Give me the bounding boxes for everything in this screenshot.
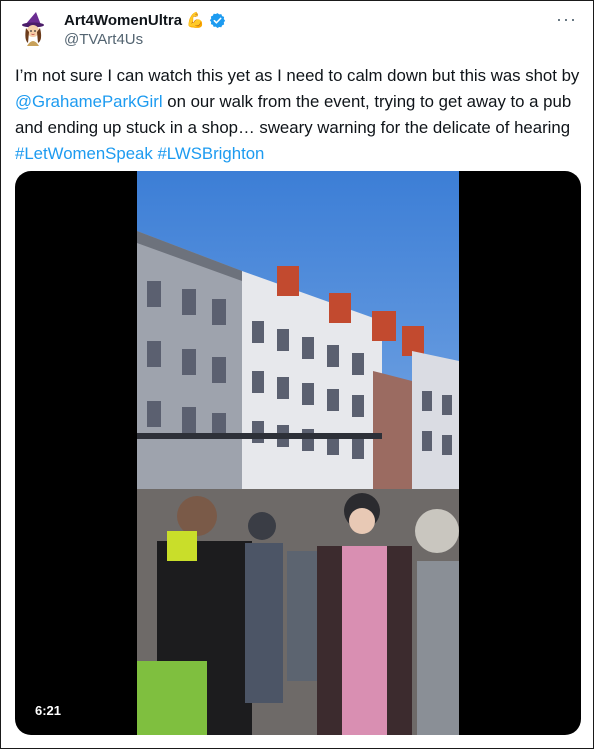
more-options-icon[interactable]: ··· — [556, 9, 577, 30]
verified-badge-icon — [209, 12, 225, 28]
text-part-1: I’m not sure I can watch this yet as I n… — [15, 66, 580, 85]
video-duration-badge: 6:21 — [29, 700, 68, 721]
author-name-row: Art4WomenUltra 💪 — [64, 11, 226, 29]
tweet-text: I’m not sure I can watch this yet as I n… — [15, 63, 581, 167]
display-name[interactable]: Art4WomenUltra — [64, 12, 182, 29]
flexed-biceps-emoji: 💪 — [186, 12, 205, 29]
tweet-card: Art4WomenUltra 💪 @TVArt4Us ··· I’m not s… — [0, 0, 594, 749]
hashtag-link-2[interactable]: #LWSBrighton — [157, 144, 264, 163]
hashtag-link-1[interactable]: #LetWomenSpeak — [15, 144, 153, 163]
video-frame[interactable] — [137, 171, 459, 735]
video-player[interactable]: 6:21 — [15, 171, 581, 735]
avatar[interactable] — [15, 10, 53, 48]
mention-link[interactable]: @GrahameParkGirl — [15, 92, 163, 111]
handle[interactable]: @TVArt4Us — [64, 31, 143, 48]
